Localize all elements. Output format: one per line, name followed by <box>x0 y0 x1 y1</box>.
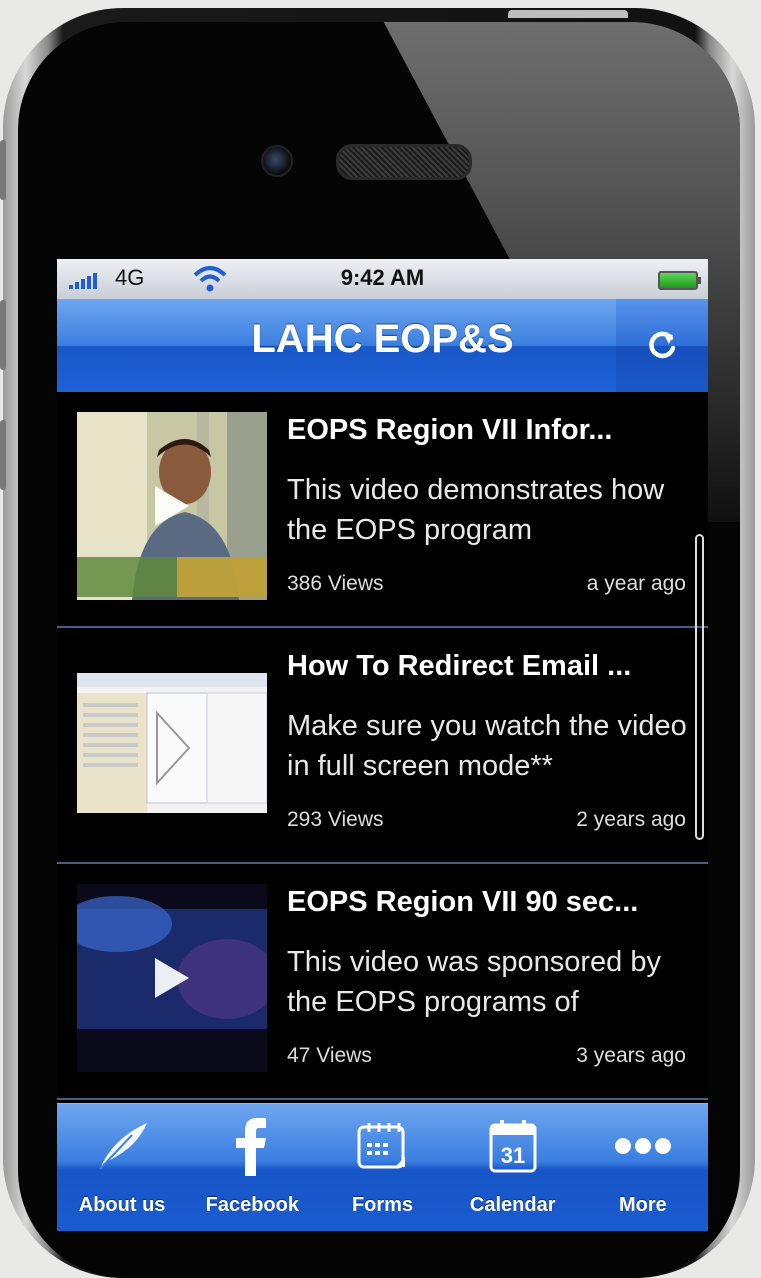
video-age: 3 years ago <box>576 1044 686 1067</box>
video-description: This video was sponsored by the EOPS pro… <box>287 946 661 1018</box>
calendar-day: 31 <box>500 1143 524 1168</box>
navigation-bar: LAHC EOP&S <box>57 299 708 392</box>
front-camera <box>261 145 293 177</box>
more-icon <box>578 1116 708 1176</box>
video-list[interactable]: EOPS Region VII Infor... This video demo… <box>57 392 708 1104</box>
tab-label: Facebook <box>205 1194 299 1216</box>
play-icon <box>155 486 189 526</box>
volume-down-button <box>0 420 6 490</box>
tab-bar: About us Facebook Forms 31 Calendar More <box>57 1103 708 1231</box>
video-views: 47 Views <box>287 1044 372 1067</box>
video-views: 386 Views <box>287 572 384 595</box>
refresh-icon <box>649 331 676 358</box>
tab-label: Forms <box>351 1194 414 1216</box>
video-views: 293 Views <box>287 808 384 831</box>
thumbnail-image <box>77 648 267 836</box>
play-icon <box>155 958 189 998</box>
status-bar: 4G 9:42 AM <box>57 259 708 299</box>
tab-forms[interactable]: Forms <box>317 1104 447 1231</box>
tab-label: Calendar <box>469 1194 556 1216</box>
video-thumbnail[interactable] <box>77 648 267 836</box>
tab-label: More <box>619 1194 667 1216</box>
video-thumbnail[interactable] <box>77 884 267 1072</box>
app-screen: 4G 9:42 AM LAHC EOP&S EOPS Region VII In… <box>57 259 708 1231</box>
tab-facebook[interactable]: Facebook <box>187 1104 317 1231</box>
refresh-button[interactable] <box>616 299 708 392</box>
video-row[interactable]: EOPS Region VII 90 sec... This video was… <box>57 864 708 1100</box>
video-title[interactable]: EOPS Region VII 90 sec... <box>287 886 697 919</box>
video-row[interactable]: How To Redirect Email ... Make sure you … <box>57 628 708 864</box>
battery-icon <box>658 271 701 290</box>
tab-label: About us <box>78 1194 166 1216</box>
tab-calendar[interactable]: 31 Calendar <box>448 1104 578 1231</box>
video-title[interactable]: How To Redirect Email ... <box>287 650 697 683</box>
page-title: LAHC EOP&S <box>251 317 514 361</box>
calendar-icon: 31 <box>448 1116 578 1176</box>
earpiece-speaker <box>336 144 472 180</box>
power-button <box>508 10 628 18</box>
video-age: 2 years ago <box>576 808 686 831</box>
mute-switch <box>0 140 6 200</box>
video-description: This video demonstrates how the EOPS pro… <box>287 474 665 546</box>
tab-about-us[interactable]: About us <box>57 1104 187 1231</box>
facebook-icon <box>187 1116 317 1176</box>
video-age: a year ago <box>586 572 686 595</box>
video-description: Make sure you watch the video in full sc… <box>287 710 687 782</box>
video-row[interactable]: EOPS Region VII Infor... This video demo… <box>57 392 708 628</box>
status-time: 9:42 AM <box>340 265 425 290</box>
video-title[interactable]: EOPS Region VII Infor... <box>287 414 697 447</box>
scrollbar[interactable] <box>695 534 704 840</box>
tab-more[interactable]: More <box>578 1104 708 1231</box>
feather-icon <box>57 1116 187 1176</box>
video-thumbnail[interactable] <box>77 412 267 600</box>
forms-icon <box>317 1116 447 1176</box>
volume-up-button <box>0 300 6 370</box>
